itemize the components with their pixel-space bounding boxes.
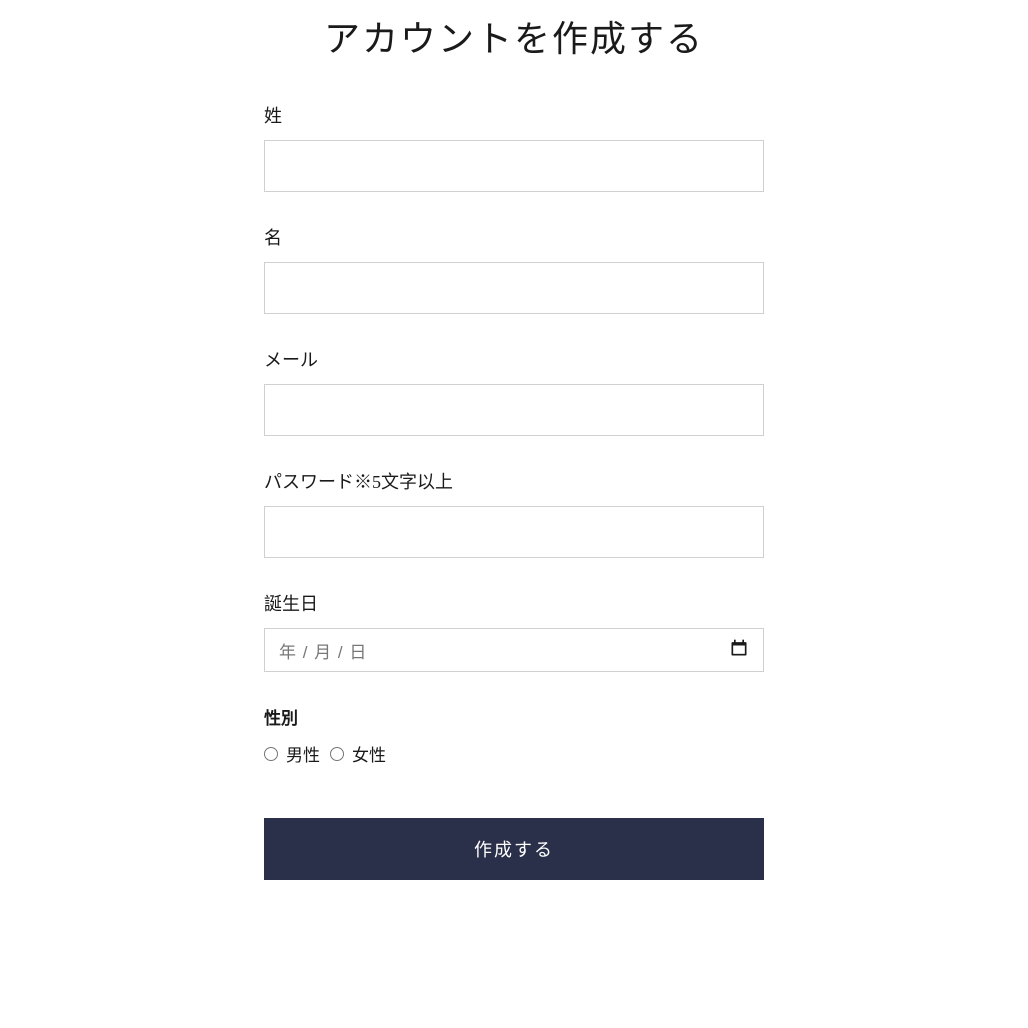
last-name-label: 姓: [264, 102, 764, 128]
page-title: アカウントを作成する: [264, 0, 764, 102]
submit-button[interactable]: 作成する: [264, 818, 764, 880]
email-input[interactable]: [264, 384, 764, 436]
last-name-input[interactable]: [264, 140, 764, 192]
first-name-label: 名: [264, 224, 764, 250]
email-label: メール: [264, 346, 764, 372]
gender-male-radio[interactable]: [264, 747, 278, 761]
birthday-label: 誕生日: [264, 590, 764, 616]
gender-female-radio[interactable]: [330, 747, 344, 761]
password-label: パスワード※5文字以上: [264, 468, 764, 494]
password-input[interactable]: [264, 506, 764, 558]
birthday-input[interactable]: 年 / 月 / 日: [264, 628, 764, 672]
calendar-icon: [729, 638, 749, 663]
birthday-placeholder: 年 / 月 / 日: [279, 638, 729, 663]
gender-radio-group: 男性 女性: [264, 741, 764, 766]
gender-male-label: 男性: [286, 741, 326, 766]
gender-female-label: 女性: [352, 741, 392, 766]
gender-label: 性別: [264, 704, 764, 729]
first-name-input[interactable]: [264, 262, 764, 314]
